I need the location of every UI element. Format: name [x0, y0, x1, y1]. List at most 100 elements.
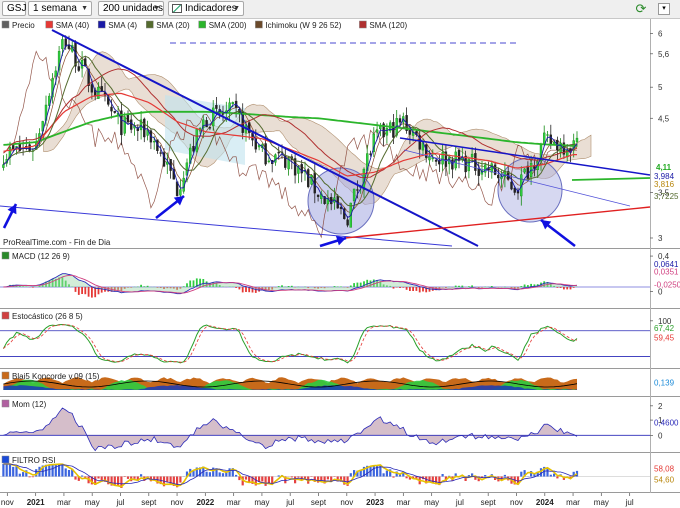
macd-histogram-bar [454, 285, 457, 287]
macd-histogram-bar [563, 287, 565, 290]
legend-swatch [146, 20, 154, 29]
panel-value-label: 58,08 [654, 465, 675, 474]
rsi-bar [8, 464, 12, 477]
x-axis-label: mar [57, 498, 71, 507]
price-candle [339, 206, 343, 209]
macd-histogram-bar [84, 287, 87, 295]
rsi-bar [549, 474, 552, 477]
macd-histogram-bar [569, 287, 572, 290]
rsi-bar [97, 476, 100, 479]
sub-panel-bg [0, 309, 650, 368]
panel-value-label: 59,45 [654, 333, 675, 342]
legend-swatch [97, 20, 106, 29]
macd-histogram-bar [418, 287, 421, 293]
price-candle [549, 134, 552, 145]
price-candle [90, 84, 94, 93]
macd-histogram-bar [87, 287, 90, 297]
macd-histogram-bar [412, 287, 414, 291]
price-candle [61, 39, 64, 49]
price-candle [575, 137, 579, 143]
panel-axis-label: 2 [658, 402, 663, 411]
price-value-label: 4,11 [656, 163, 672, 172]
rsi-bar [261, 476, 264, 482]
price-candle [546, 134, 549, 136]
rsi-bar [61, 464, 64, 477]
panel-legend-swatch [1, 251, 10, 260]
rsi-bar [133, 476, 136, 479]
x-axis-label: nov [171, 498, 184, 507]
macd-histogram-bar [468, 286, 470, 287]
rsi-bar [123, 476, 126, 477]
rsi-bar [67, 470, 71, 477]
rsi-bar [382, 473, 385, 477]
price-candle [346, 219, 349, 226]
price-candle [523, 168, 526, 173]
macd-histogram-bar [235, 287, 237, 288]
legend-swatch [255, 20, 263, 29]
rsi-bar [54, 464, 57, 477]
x-axis-label: may [254, 498, 269, 507]
source-label: ProRealTime.com - Fin de Dia [3, 238, 111, 247]
macd-histogram-bar [399, 287, 401, 288]
panel-legend-label: Mom (12) [12, 400, 47, 409]
macd-histogram-bar [523, 284, 526, 287]
price-candle [497, 174, 500, 179]
rsi-bar [48, 464, 51, 477]
macd-histogram-bar [281, 285, 283, 287]
rsi-bar [349, 473, 352, 477]
macd-histogram-bar [140, 284, 142, 287]
price-candle [434, 159, 438, 162]
legend-label: Ichimoku (W 9 26 52) [265, 21, 341, 30]
rsi-bar [244, 476, 248, 480]
macd-histogram-bar [527, 285, 529, 287]
macd-histogram-bar [277, 286, 280, 287]
rsi-bar [221, 473, 225, 477]
price-axis-label: 3 [658, 234, 663, 243]
panel-legend-label: FILTRO RSI [12, 456, 55, 465]
x-axis-label: sept [311, 498, 327, 507]
macd-histogram-bar [566, 287, 569, 290]
legend-swatch [1, 20, 10, 29]
price-candle [500, 176, 503, 179]
macd-histogram-bar [353, 283, 355, 287]
macd-histogram-bar [392, 287, 395, 289]
x-axis-label: mar [396, 498, 410, 507]
rsi-bar [326, 476, 329, 480]
macd-histogram-bar [336, 286, 339, 287]
x-axis-label: 2022 [196, 498, 214, 507]
price-candle [84, 58, 87, 67]
rsi-bar [520, 471, 523, 477]
price-candle [129, 119, 133, 130]
rsi-bar [117, 476, 120, 486]
macd-histogram-bar [572, 287, 575, 288]
price-value-label: 3,7225 [654, 192, 679, 201]
legend-label: SMA (200) [209, 21, 247, 30]
rsi-bar [5, 464, 8, 477]
price-candle [510, 181, 513, 190]
x-axis-label: nov [510, 498, 523, 507]
macd-histogram-bar [556, 287, 559, 288]
rsi-bar [18, 473, 21, 477]
rsi-bar [484, 475, 487, 477]
x-axis-label: may [424, 498, 439, 507]
panel-value-label: 54,60 [654, 476, 675, 485]
macd-histogram-bar [461, 285, 464, 287]
rsi-bar [376, 465, 379, 477]
macd-histogram-bar [245, 287, 247, 292]
macd-histogram-bar [192, 280, 195, 287]
macd-histogram-bar [471, 285, 473, 287]
macd-histogram-bar [402, 287, 405, 288]
macd-histogram-bar [415, 287, 418, 291]
rsi-bar [100, 476, 103, 480]
panel-value-label: 0,4600 [654, 418, 679, 427]
rsi-bar [218, 472, 221, 477]
price-candle [2, 164, 5, 168]
legend-label: Precio [12, 21, 35, 30]
x-axis-label: jul [455, 498, 464, 507]
price-candle [385, 127, 389, 136]
rsi-bar [22, 472, 25, 477]
x-axis-label: mar [566, 498, 580, 507]
price-candle [18, 143, 21, 151]
rsi-bar [28, 476, 31, 478]
panel-value-label: 0,0351 [654, 267, 679, 276]
